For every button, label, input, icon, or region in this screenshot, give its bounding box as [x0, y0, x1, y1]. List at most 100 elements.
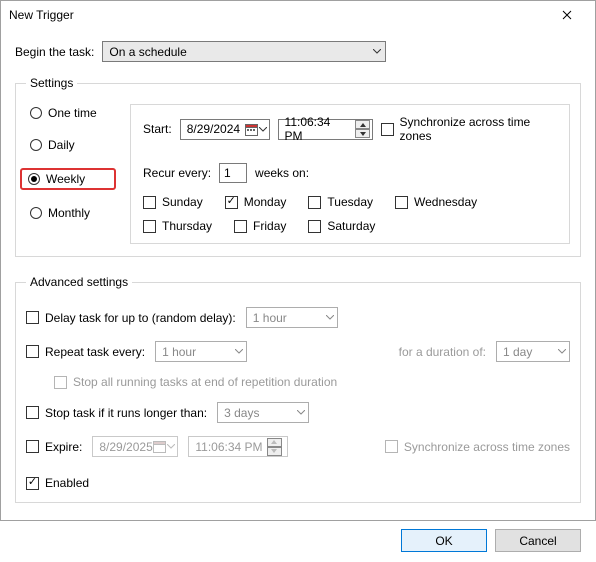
expire-sync-label: Synchronize across time zones	[404, 440, 570, 454]
checkbox-icon	[225, 196, 238, 209]
radio-weekly[interactable]: Weekly	[20, 168, 116, 190]
radio-icon	[30, 207, 42, 219]
repeat-dropdown[interactable]: 1 hour	[155, 341, 247, 362]
checkbox-icon	[143, 196, 156, 209]
close-icon	[562, 10, 572, 20]
time-spinner[interactable]	[267, 438, 282, 456]
start-label: Start:	[143, 122, 172, 136]
start-time-value: 11:06:34 PM	[285, 115, 352, 143]
calendar-icon	[153, 440, 166, 453]
begin-task-value: On a schedule	[109, 45, 186, 59]
new-trigger-dialog: New Trigger Begin the task: On a schedul…	[0, 0, 596, 521]
enabled-label: Enabled	[45, 476, 89, 490]
expire-row: Expire: 8/29/2025 11:06:34 PM Synchroniz…	[26, 436, 570, 457]
expire-time-picker[interactable]: 11:06:34 PM	[188, 436, 288, 457]
chevron-down-icon	[297, 410, 305, 415]
duration-label: for a duration of:	[399, 345, 486, 359]
radio-icon	[30, 107, 42, 119]
frequency-column: One time Daily Weekly Monthly	[26, 104, 116, 244]
day-friday[interactable]: Friday	[234, 219, 286, 233]
days-grid: Sunday Monday Tuesday Wednesday Thursday…	[143, 195, 557, 233]
expire-sync-checkbox: Synchronize across time zones	[385, 440, 570, 454]
settings-legend: Settings	[26, 76, 77, 90]
sync-timezones-checkbox[interactable]: Synchronize across time zones	[381, 115, 557, 143]
start-date-picker[interactable]: 8/29/2024	[180, 119, 270, 140]
repeat-value: 1 hour	[162, 345, 196, 359]
stop-long-checkbox[interactable]: Stop task if it runs longer than:	[26, 406, 207, 420]
settings-group: Settings One time Daily Weekly	[15, 76, 581, 257]
stop-long-row: Stop task if it runs longer than: 3 days	[26, 402, 570, 423]
day-wednesday[interactable]: Wednesday	[395, 195, 477, 209]
enabled-row: Enabled	[26, 476, 570, 490]
day-saturday[interactable]: Saturday	[308, 219, 375, 233]
duration-dropdown[interactable]: 1 day	[496, 341, 570, 362]
checkbox-icon	[26, 440, 39, 453]
checkbox-icon	[54, 376, 67, 389]
day-tuesday-label: Tuesday	[327, 195, 373, 209]
calendar-icon	[245, 123, 258, 136]
radio-monthly[interactable]: Monthly	[26, 204, 116, 222]
expire-time-value: 11:06:34 PM	[195, 440, 262, 454]
advanced-legend: Advanced settings	[26, 275, 132, 289]
settings-detail: Start: 8/29/2024 11:06:34 PM	[130, 104, 570, 244]
start-date-value: 8/29/2024	[187, 122, 240, 136]
begin-task-dropdown[interactable]: On a schedule	[102, 41, 386, 62]
stop-all-checkbox: Stop all running tasks at end of repetit…	[54, 375, 337, 389]
chevron-down-icon	[259, 127, 267, 132]
expire-label: Expire:	[45, 440, 82, 454]
day-saturday-label: Saturday	[327, 219, 375, 233]
checkbox-icon	[143, 220, 156, 233]
stop-long-label: Stop task if it runs longer than:	[45, 406, 207, 420]
sync-timezones-label: Synchronize across time zones	[400, 115, 557, 143]
delay-checkbox[interactable]: Delay task for up to (random delay):	[26, 311, 236, 325]
stop-long-dropdown[interactable]: 3 days	[217, 402, 309, 423]
chevron-down-icon	[373, 49, 381, 54]
recur-unit: weeks on:	[255, 166, 309, 180]
day-thursday-label: Thursday	[162, 219, 212, 233]
day-monday[interactable]: Monday	[225, 195, 287, 209]
day-thursday[interactable]: Thursday	[143, 219, 212, 233]
cancel-button[interactable]: Cancel	[495, 529, 581, 552]
enabled-checkbox[interactable]: Enabled	[26, 476, 89, 490]
start-time-picker[interactable]: 11:06:34 PM	[278, 119, 374, 140]
checkbox-icon	[26, 406, 39, 419]
day-tuesday[interactable]: Tuesday	[308, 195, 373, 209]
time-spinner[interactable]	[355, 120, 370, 138]
close-button[interactable]	[547, 1, 587, 29]
radio-one-time[interactable]: One time	[26, 104, 116, 122]
chevron-down-icon	[167, 444, 175, 449]
expire-checkbox[interactable]: Expire:	[26, 440, 82, 454]
begin-task-row: Begin the task: On a schedule	[15, 41, 581, 62]
recur-row: Recur every: 1 weeks on:	[143, 163, 557, 183]
recur-label: Recur every:	[143, 166, 211, 180]
delay-row: Delay task for up to (random delay): 1 h…	[26, 307, 570, 328]
checkbox-icon	[26, 345, 39, 358]
delay-dropdown[interactable]: 1 hour	[246, 307, 338, 328]
spin-up-icon[interactable]	[355, 120, 370, 129]
stop-all-row: Stop all running tasks at end of repetit…	[54, 375, 570, 389]
radio-one-time-label: One time	[48, 106, 97, 120]
day-sunday[interactable]: Sunday	[143, 195, 203, 209]
chevron-down-icon	[326, 315, 334, 320]
checkbox-icon	[308, 196, 321, 209]
radio-icon	[30, 139, 42, 151]
checkbox-icon	[395, 196, 408, 209]
ok-button[interactable]: OK	[401, 529, 487, 552]
day-sunday-label: Sunday	[162, 195, 203, 209]
spin-down-icon[interactable]	[355, 129, 370, 138]
spin-up-icon	[267, 438, 282, 447]
advanced-settings-group: Advanced settings Delay task for up to (…	[15, 275, 581, 503]
expire-date-value: 8/29/2025	[99, 440, 152, 454]
recur-input[interactable]: 1	[219, 163, 247, 183]
radio-daily[interactable]: Daily	[26, 136, 116, 154]
stop-all-label: Stop all running tasks at end of repetit…	[73, 375, 337, 389]
repeat-checkbox[interactable]: Repeat task every:	[26, 345, 145, 359]
delay-value: 1 hour	[253, 311, 287, 325]
stop-long-value: 3 days	[224, 406, 259, 420]
dialog-footer: OK Cancel	[1, 529, 595, 562]
radio-weekly-label: Weekly	[46, 172, 85, 186]
expire-date-picker[interactable]: 8/29/2025	[92, 436, 178, 457]
titlebar: New Trigger	[1, 1, 595, 29]
delay-label: Delay task for up to (random delay):	[45, 311, 236, 325]
repeat-row: Repeat task every: 1 hour for a duration…	[26, 341, 570, 362]
